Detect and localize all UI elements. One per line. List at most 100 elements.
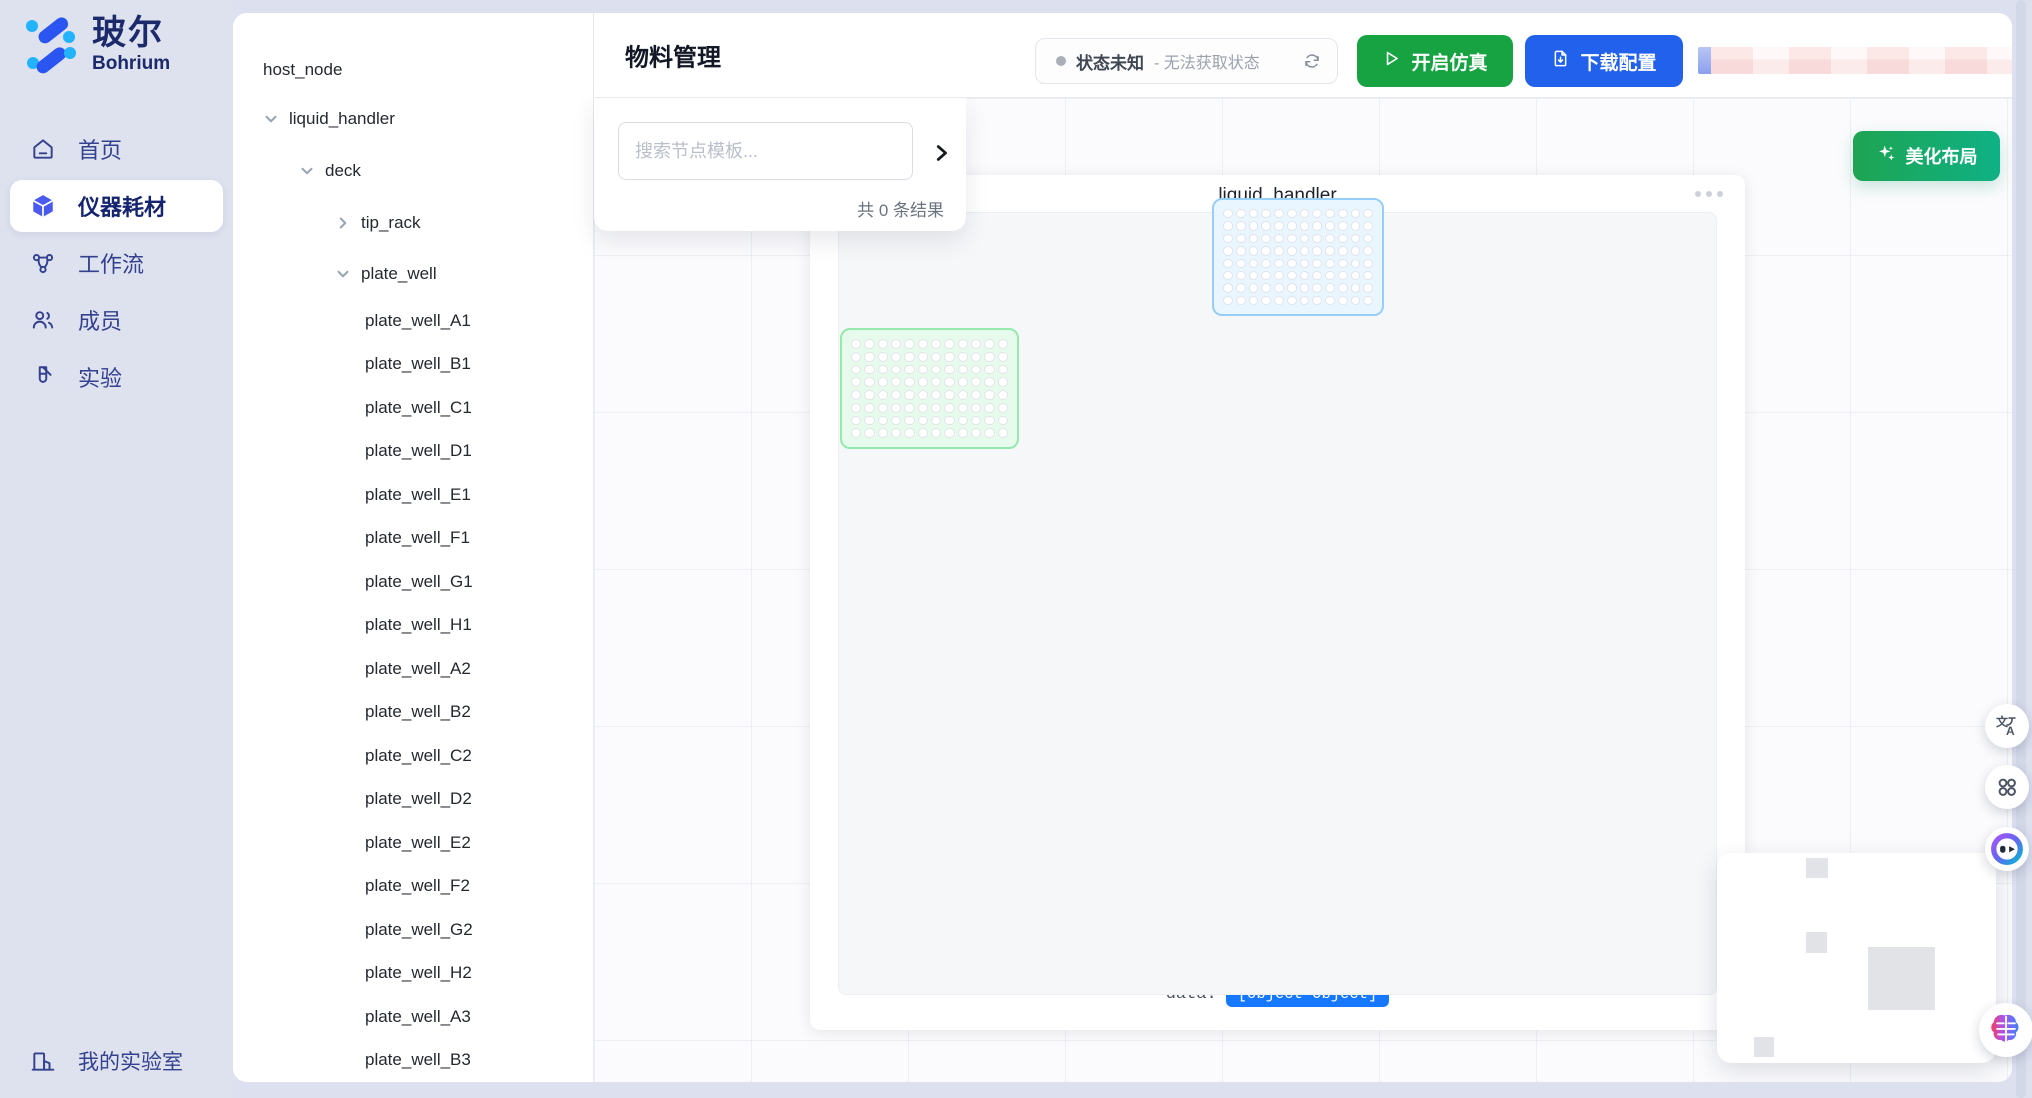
well [904,428,914,438]
apps-button[interactable] [1985,765,2029,809]
well [1300,271,1310,280]
well [1312,221,1322,230]
tree-row-plate_well_A2[interactable]: plate_well_A2 [233,647,593,691]
well [1363,259,1373,268]
tree-row-plate_well_A1[interactable]: plate_well_A1 [233,299,593,343]
well [1300,283,1310,292]
well [1236,271,1246,280]
well [1312,209,1322,218]
tip-rack-plate[interactable] [1212,198,1384,316]
chevron-down-icon[interactable] [333,264,353,284]
flow-canvas[interactable]: 共 0 条结果 美化布局 liquid_handler [594,98,2012,1082]
tree-node-label: plate_well_D2 [365,789,472,809]
node-menu-dots-icon[interactable] [1695,191,1723,197]
tree-row-plate_well_F2[interactable]: plate_well_F2 [233,865,593,909]
status-label: 状态未知 [1076,49,1144,74]
well [1325,271,1335,280]
well [1351,221,1361,230]
ai-assistant-button[interactable] [1985,827,2029,871]
well [1287,246,1297,255]
well [1351,259,1361,268]
sidebar-item-my-lab[interactable]: 我的实验室 [0,1046,233,1076]
brain-assistant-button[interactable] [1979,1003,2032,1057]
well [1312,271,1322,280]
well [891,416,901,426]
chevron-down-icon[interactable] [261,109,281,129]
well [891,428,901,438]
bohrium-logo-icon [22,16,80,74]
tree-row-plate_well_H1[interactable]: plate_well_H1 [233,604,593,648]
well [891,390,901,400]
start-simulation-button[interactable]: 开启仿真 [1357,35,1513,87]
tree-row-plate_well_B2[interactable]: plate_well_B2 [233,691,593,735]
well [1261,221,1271,230]
plate-row [1223,283,1373,292]
well [1325,259,1335,268]
tree-row-host_node[interactable]: host_node [233,47,593,93]
download-config-button[interactable]: 下载配置 [1525,35,1683,87]
well [1223,259,1233,268]
start-simulation-label: 开启仿真 [1411,48,1487,75]
well [1249,221,1259,230]
refresh-icon[interactable] [1303,52,1321,70]
well [878,403,888,413]
search-input[interactable] [618,122,913,180]
well [1363,271,1373,280]
page-scrollbar[interactable] [2016,0,2026,1098]
well [918,390,928,400]
tree-row-plate_well_H2[interactable]: plate_well_H2 [233,952,593,996]
well [971,416,981,426]
well [864,416,874,426]
well [1363,234,1373,243]
tree-row-plate_well_C1[interactable]: plate_well_C1 [233,386,593,430]
sidebar-item-1[interactable]: 仪器耗材 [10,180,223,232]
beautify-layout-button[interactable]: 美化布局 [1853,131,2000,181]
tree-row-deck[interactable]: deck [233,145,593,197]
well [1363,221,1373,230]
tree-row-plate_well_B3[interactable]: plate_well_B3 [233,1039,593,1083]
well [891,339,901,349]
well [1363,209,1373,218]
tree-node-label: plate_well_H1 [365,615,472,635]
plate-well-plate[interactable] [840,328,1019,449]
tree-row-liquid_handler[interactable]: liquid_handler [233,93,593,145]
well [1351,296,1361,305]
tree-row-plate_well_B1[interactable]: plate_well_B1 [233,343,593,387]
tree-row-tip_rack[interactable]: tip_rack [233,197,593,249]
sidebar-item-3[interactable]: 成员 [10,294,223,346]
tree-row-plate_well_A3[interactable]: plate_well_A3 [233,995,593,1039]
liquid-handler-node[interactable]: liquid_handler data: [object Object] [810,175,1745,1030]
tree-node-label: plate_well_B3 [365,1050,471,1070]
well [944,428,954,438]
status-badge: 状态未知 - 无法获取状态 [1035,38,1338,84]
tree-row-plate_well_E2[interactable]: plate_well_E2 [233,821,593,865]
translate-button[interactable]: 文 A [1985,704,2029,748]
well [998,339,1008,349]
well [944,390,954,400]
sidebar-item-label: 实验 [78,361,122,393]
minimap[interactable] [1717,853,1996,1063]
tree-row-plate_well_D2[interactable]: plate_well_D2 [233,778,593,822]
chevron-right-icon[interactable] [333,213,353,233]
tree-row-plate_well_E1[interactable]: plate_well_E1 [233,473,593,517]
tree-row-plate_well_C2[interactable]: plate_well_C2 [233,734,593,778]
tree-row-plate_well_D1[interactable]: plate_well_D1 [233,430,593,474]
tree-row-plate_well_F1[interactable]: plate_well_F1 [233,517,593,561]
well [1338,296,1348,305]
well [1261,296,1271,305]
tree-row-plate_well_G2[interactable]: plate_well_G2 [233,908,593,952]
well [1325,234,1335,243]
well [1249,283,1259,292]
well [851,390,861,400]
chevron-down-icon[interactable] [297,161,317,181]
tree-row-plate_well[interactable]: plate_well [233,249,593,299]
sidebar-item-4[interactable]: 实验 [10,351,223,403]
download-file-icon [1551,49,1570,74]
tree-row-plate_well_G1[interactable]: plate_well_G1 [233,560,593,604]
well [931,416,941,426]
collapse-panel-icon[interactable] [930,142,952,164]
sidebar-item-0[interactable]: 首页 [10,123,223,175]
status-dot [1056,56,1066,66]
sidebar-item-2[interactable]: 工作流 [10,237,223,289]
plate-row [1223,209,1373,218]
